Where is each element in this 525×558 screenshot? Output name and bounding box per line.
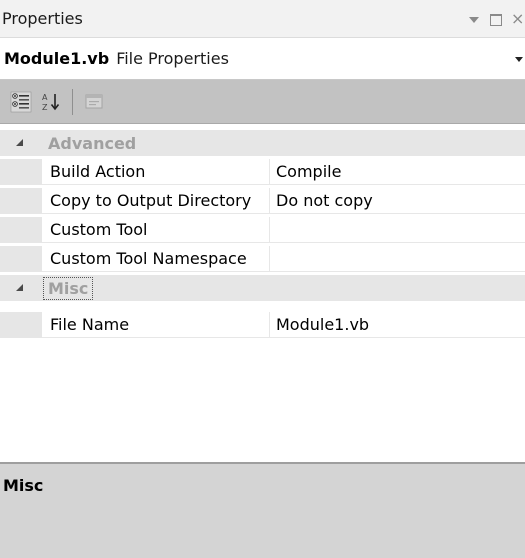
collapse-triangle-icon[interactable] [0, 130, 42, 156]
properties-toolbar: A Z [0, 80, 525, 124]
window-title: Properties [2, 9, 83, 28]
property-grid: Advanced Build Action Compile Copy to Ou… [0, 124, 525, 462]
property-name[interactable]: Custom Tool Namespace [42, 246, 270, 272]
object-type: File Properties [116, 49, 229, 68]
window-controls: × [467, 0, 525, 38]
chevron-down-icon[interactable] [515, 57, 523, 62]
properties-titlebar: Properties × [0, 0, 525, 38]
object-name: Module1.vb [4, 49, 110, 68]
property-name[interactable]: Copy to Output Directory [42, 188, 270, 214]
alphabetical-button[interactable]: A Z [38, 89, 64, 115]
property-row[interactable]: Build Action Compile [0, 159, 525, 185]
svg-text:Z: Z [42, 103, 48, 112]
description-title: Misc [3, 476, 44, 495]
dropdown-icon[interactable] [467, 12, 481, 26]
toolbar-separator [72, 88, 73, 115]
property-row[interactable]: Custom Tool [0, 217, 525, 243]
category-label: Misc [42, 276, 94, 300]
svg-text:A: A [42, 93, 48, 102]
category-misc[interactable]: Misc [0, 275, 525, 301]
property-row[interactable]: Custom Tool Namespace [0, 246, 525, 272]
object-selector[interactable]: Module1.vb File Properties [0, 38, 525, 80]
sort-alphabetical-icon: A Z [42, 93, 60, 112]
property-value[interactable] [270, 246, 525, 272]
property-value[interactable]: Do not copy [270, 188, 525, 214]
row-gutter [0, 312, 42, 338]
property-row[interactable]: Copy to Output Directory Do not copy [0, 188, 525, 214]
row-gutter [0, 188, 42, 214]
row-gutter [0, 217, 42, 243]
categorized-icon [10, 91, 32, 112]
property-name[interactable]: Custom Tool [42, 217, 270, 243]
property-value[interactable] [270, 217, 525, 243]
row-gutter [0, 246, 42, 272]
collapse-triangle-icon[interactable] [0, 275, 42, 301]
property-value[interactable]: Compile [270, 159, 525, 185]
property-pages-icon [85, 94, 103, 108]
property-value[interactable]: Module1.vb [270, 312, 525, 338]
category-advanced[interactable]: Advanced [0, 130, 525, 156]
close-icon[interactable]: × [511, 12, 523, 26]
property-row[interactable]: File Name Module1.vb [0, 312, 525, 338]
categorized-button[interactable] [8, 89, 34, 115]
property-name[interactable]: File Name [42, 312, 270, 338]
maximize-icon[interactable] [489, 12, 503, 26]
description-pane: Misc [0, 464, 525, 558]
category-label: Advanced [48, 133, 137, 153]
property-name[interactable]: Build Action [42, 159, 270, 185]
property-pages-button[interactable] [81, 89, 107, 115]
row-gutter [0, 159, 42, 185]
